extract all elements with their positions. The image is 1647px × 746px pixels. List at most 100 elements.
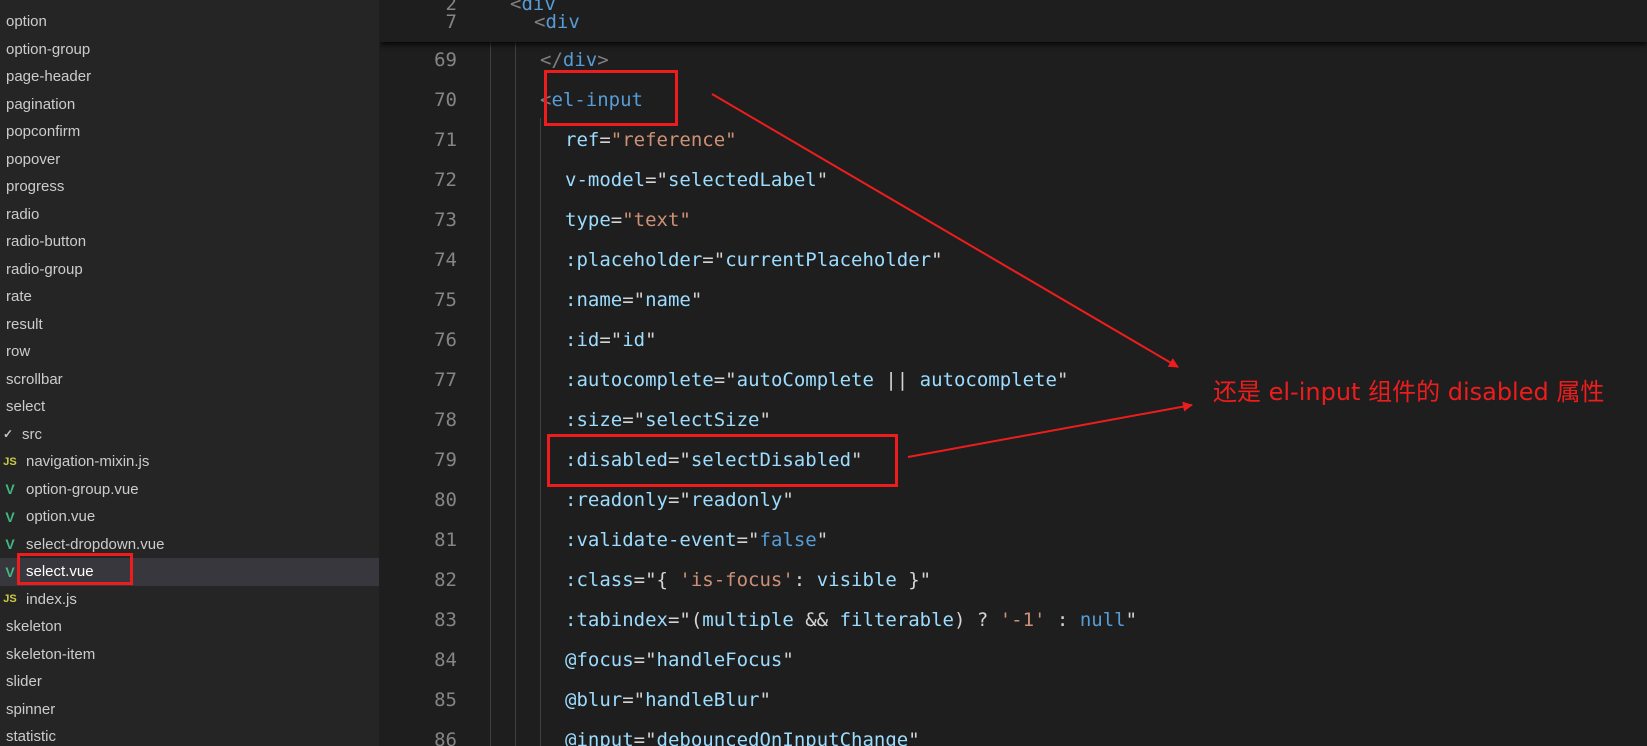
- sidebar-item-scrollbar[interactable]: scrollbar: [0, 366, 379, 394]
- sidebar-item-label: statistic: [6, 728, 57, 746]
- sidebar-item-row[interactable]: row: [0, 338, 379, 366]
- code-token: :id: [565, 329, 600, 351]
- code-line[interactable]: 74:placeholder="currentPlaceholder": [380, 240, 1647, 280]
- code-token: type: [565, 209, 611, 231]
- code-token: @focus: [565, 649, 634, 671]
- app-window: option option-group page-header pagination p…: [0, 0, 1647, 746]
- code-text: ref="reference": [565, 120, 737, 160]
- code-token: '-1': [999, 609, 1046, 631]
- code-token: =: [599, 329, 611, 351]
- code-token: ": [1056, 369, 1069, 391]
- code-token: autoComplete: [736, 369, 874, 391]
- highlight-box-disabled: [547, 434, 898, 487]
- code-token: ||: [873, 369, 920, 391]
- sidebar-item-skeleton[interactable]: skeleton: [0, 613, 379, 641]
- sidebar-item-label: page-header: [6, 68, 92, 86]
- sidebar-item-radio-button[interactable]: radio-button: [0, 228, 379, 256]
- sidebar-item-statistic[interactable]: statistic: [0, 723, 379, 746]
- file-explorer-sidebar[interactable]: option option-group page-header pagination p…: [0, 0, 379, 746]
- code-token: handleBlur: [645, 689, 760, 711]
- code-token: selectSize: [645, 409, 760, 431]
- code-line[interactable]: 83 :tabindex="(multiple && filterable) ? …: [380, 600, 1647, 640]
- code-token: :size: [565, 409, 623, 431]
- sidebar-item-radio[interactable]: radio: [0, 201, 379, 229]
- code-token: ": [816, 529, 829, 551]
- line-number: 73: [434, 209, 457, 231]
- sidebar-item-label: option: [6, 13, 47, 31]
- code-token: <: [534, 11, 546, 33]
- sidebar-item-label: skeleton: [6, 618, 62, 636]
- sticky-scroll-header[interactable]: 2 <div 7 <div: [380, 0, 1647, 42]
- sidebar-item-option-group-vue[interactable]: Voption-group.vue: [0, 476, 379, 504]
- code-token: handleFocus: [656, 649, 783, 671]
- code-token: div: [545, 11, 580, 33]
- sidebar-item-pagination[interactable]: pagination: [0, 91, 379, 119]
- sidebar-item-option-group[interactable]: option-group: [0, 36, 379, 64]
- code-token: }": [896, 569, 932, 591]
- vue-file-icon: V: [5, 508, 15, 525]
- code-token: :name: [565, 289, 623, 311]
- code-line[interactable]: 82:class="{ 'is-focus': visible }": [380, 560, 1647, 600]
- code-token: ) ?: [953, 609, 1000, 631]
- code-token: ": [679, 489, 691, 511]
- sidebar-item-spinner[interactable]: spinner: [0, 696, 379, 724]
- code-token: ="(: [667, 609, 703, 631]
- sidebar-item-label: select-dropdown.vue: [26, 535, 165, 553]
- code-token: ": [759, 689, 771, 711]
- sidebar-item-popconfirm[interactable]: popconfirm: [0, 118, 379, 146]
- code-line[interactable]: 75:name="name": [380, 280, 1647, 320]
- code-token: ": [748, 529, 760, 551]
- sidebar-item-option-vue[interactable]: Voption.vue: [0, 503, 379, 531]
- code-line[interactable]: 85 @blur="handleBlur": [380, 680, 1647, 720]
- sidebar-item-label: progress: [6, 178, 65, 196]
- code-line[interactable]: 76:id="id": [380, 320, 1647, 360]
- code-token: ": [690, 289, 703, 311]
- sidebar-item-label: radio: [6, 205, 40, 223]
- code-text: <div: [534, 10, 580, 34]
- sidebar-item-skeleton-item[interactable]: skeleton-item: [0, 641, 379, 669]
- sidebar-item-popover[interactable]: popover: [0, 146, 379, 174]
- code-token: ": [816, 169, 829, 191]
- sidebar-item-progress[interactable]: progress: [0, 173, 379, 201]
- code-token: filterable: [839, 609, 954, 631]
- sidebar-item-rate[interactable]: rate: [0, 283, 379, 311]
- sidebar-item-label: src: [22, 425, 42, 443]
- code-token: :: [1045, 609, 1080, 631]
- sidebar-item-radio-group[interactable]: radio-group: [0, 256, 379, 284]
- sidebar-item-label: slider: [6, 673, 42, 691]
- line-number: 78: [434, 409, 457, 431]
- code-token: ": [1125, 609, 1138, 631]
- code-text: v-model="selectedLabel": [565, 160, 828, 200]
- code-token: name: [645, 289, 691, 311]
- code-line[interactable]: 73 type="text": [380, 200, 1647, 240]
- code-line[interactable]: 72 v-model="selectedLabel": [380, 160, 1647, 200]
- sidebar-item-index-js[interactable]: JS index.js: [0, 586, 379, 614]
- code-line[interactable]: 84 @focus="handleFocus": [380, 640, 1647, 680]
- line-number: 76: [434, 329, 457, 351]
- code-token: :validate-event: [565, 529, 737, 551]
- sidebar-item-page-header[interactable]: page-header: [0, 63, 379, 91]
- code-token: :autocomplete: [565, 369, 714, 391]
- sidebar-item-label: rate: [6, 288, 32, 306]
- sidebar-item-select[interactable]: select: [0, 393, 379, 421]
- code-line[interactable]: 71 ref="reference": [380, 120, 1647, 160]
- code-token: v-model: [565, 169, 646, 191]
- line-number: 85: [434, 689, 457, 711]
- code-token: ": [633, 689, 646, 711]
- sticky-line[interactable]: 7 <div: [380, 10, 1647, 34]
- code-token: ": [782, 489, 794, 511]
- code-line[interactable]: 81:validate-event="false": [380, 520, 1647, 560]
- code-line[interactable]: 86 @input="debouncedOnInputChange": [380, 720, 1647, 746]
- code-text: :tabindex="(multiple && filterable) ? '-…: [565, 600, 1137, 640]
- code-token: 'is-focus': [679, 569, 794, 591]
- line-number: 83: [434, 609, 457, 631]
- code-token: @input: [565, 729, 634, 746]
- sidebar-item-option[interactable]: option: [0, 8, 379, 36]
- sidebar-item-slider[interactable]: slider: [0, 668, 379, 696]
- code-text: :placeholder="currentPlaceholder": [565, 240, 943, 280]
- sidebar-item-src[interactable]: ✓ src: [0, 421, 379, 449]
- sidebar-item-result[interactable]: result: [0, 311, 379, 339]
- sidebar-item-navigation-mixin-js[interactable]: JS navigation-mixin.js: [0, 448, 379, 476]
- code-token: ": [759, 409, 771, 431]
- sidebar-item-label: select: [6, 398, 46, 416]
